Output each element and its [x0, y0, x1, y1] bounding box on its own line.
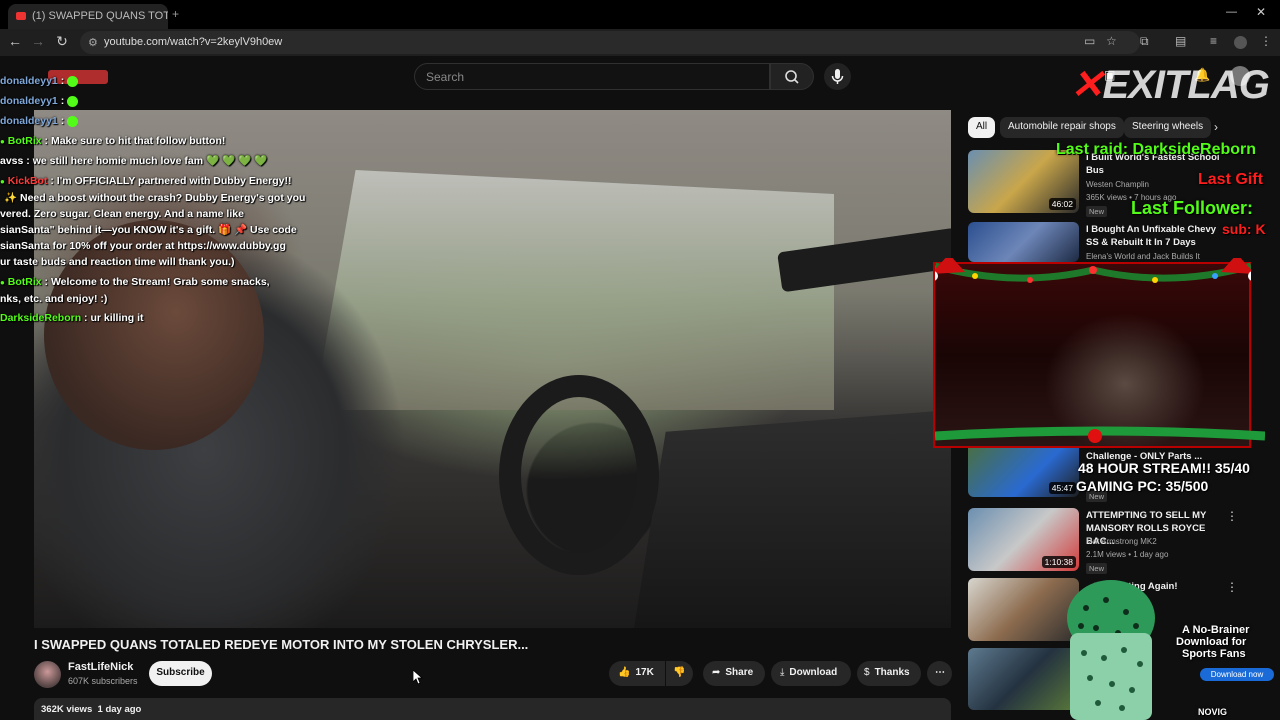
forward-icon[interactable]: →: [28, 33, 48, 49]
chat-line: sianSanta" behind it—you KNOW it's a gif…: [0, 224, 297, 236]
christmas-garland-bottom: [935, 426, 1265, 443]
more-actions-button[interactable]: ⋯: [927, 661, 952, 686]
dislike-button[interactable]: 👎: [666, 661, 693, 686]
chat-line: ● BotRix : Welcome to the Stream! Grab s…: [0, 276, 270, 288]
search-icon: [785, 70, 799, 84]
tab-title: (1) SWAPPED QUANS TOTALED...: [32, 10, 168, 22]
share-button[interactable]: ➦ Share: [703, 661, 765, 686]
new-tab-icon[interactable]: +: [172, 7, 179, 21]
mouse-cursor-icon: [413, 670, 423, 684]
ad-brand: NOVIG: [1198, 707, 1228, 717]
recommendation-menu-icon[interactable]: ⋮: [1226, 580, 1238, 594]
recommendation-thumbnail[interactable]: 1:10:38: [968, 508, 1079, 571]
recommendation-channel[interactable]: Westen Champlin: [1086, 180, 1149, 189]
video-frame-dashboard: [634, 410, 951, 628]
sidebar-icon[interactable]: ▤: [1175, 34, 1186, 48]
subscribe-button[interactable]: Subscribe: [149, 661, 212, 686]
thumbs-up-icon: 👍: [618, 667, 631, 678]
recommendation-menu-icon[interactable]: ⋮: [1226, 509, 1238, 523]
minimize-icon[interactable]: —: [1226, 6, 1237, 18]
last-follower-text: Last Follower:: [1131, 198, 1254, 218]
emote-icon: [67, 115, 79, 127]
chat-line: ● BotRix : Make sure to hit that follow …: [0, 135, 226, 147]
download-button[interactable]: ⤓ Download: [771, 661, 851, 686]
profile-avatar[interactable]: [1234, 36, 1247, 49]
search-input[interactable]: Search: [414, 63, 770, 90]
voice-search-button[interactable]: [824, 63, 851, 90]
browser-tab[interactable]: (1) SWAPPED QUANS TOTALED...: [8, 4, 168, 29]
chat-line: DarksideReborn : ur killing it: [0, 312, 144, 324]
recommendation-thumbnail[interactable]: 46:02: [968, 150, 1079, 213]
address-bar[interactable]: ⚙ youtube.com/watch?v=2keylV9h0ew: [80, 31, 1140, 54]
reload-icon[interactable]: ↻: [52, 33, 72, 50]
new-badge: New: [1086, 563, 1108, 574]
exitlag-logo: ✕EXITLAG: [1070, 63, 1270, 107]
browser-menu-icon[interactable]: ⋮: [1260, 34, 1272, 48]
new-badge: New: [1086, 206, 1108, 217]
url-text: youtube.com/watch?v=2keylV9h0ew: [104, 36, 283, 48]
view-count: 362K views: [41, 704, 93, 715]
cast-icon[interactable]: ▭: [1084, 34, 1095, 48]
share-icon: ➦: [712, 667, 721, 678]
bot-badge-icon: ●: [0, 278, 5, 287]
media-icon[interactable]: ≡: [1210, 34, 1217, 48]
chat-line: donaldeyy1 :: [0, 113, 79, 129]
mic-icon: [831, 69, 844, 84]
chat-line: donaldeyy1 :: [0, 73, 79, 89]
ad-download-button: Download now: [1200, 668, 1274, 681]
chip-all[interactable]: All: [968, 117, 996, 138]
chat-line: ● KickBot : I'm OFFICIALLY partnered wit…: [0, 175, 292, 187]
christmas-garland-top: [935, 258, 1251, 283]
chat-line: nks, etc. and enjoy! :): [0, 293, 108, 305]
description-box[interactable]: 362K views 1 day ago: [34, 698, 951, 720]
channel-name[interactable]: FastLifeNick: [68, 661, 133, 673]
subscriber-count: 607K subscribers: [68, 676, 138, 686]
back-icon[interactable]: ←: [5, 33, 25, 49]
thanks-icon: $: [864, 667, 870, 678]
browser-toolbar: ← → ↻ ⚙ youtube.com/watch?v=2keylV9h0ew …: [0, 29, 1280, 56]
thanks-button[interactable]: $ Thanks: [857, 661, 921, 686]
bookmark-star-icon[interactable]: ☆: [1106, 34, 1117, 48]
chat-line: ur taste buds and reaction time will tha…: [0, 256, 235, 268]
bot-badge-icon: ●: [0, 177, 5, 186]
more-icon: ⋯: [935, 667, 945, 678]
extensions-icon[interactable]: ⧉: [1140, 34, 1149, 49]
chip-steering-wheels[interactable]: Steering wheels: [1124, 117, 1212, 138]
stream-goal-hours: 48 HOUR STREAM!! 35/40: [1078, 460, 1250, 476]
last-gift-text: Last Gift: [1198, 171, 1263, 188]
last-raid-text: Last raid: DarksideReborn: [1056, 141, 1257, 158]
chat-line: ✨ Need a boost without the crash? Dubby …: [4, 192, 306, 204]
thumbs-down-icon: 👎: [673, 667, 686, 678]
decoration-plant-overlay: [1067, 580, 1155, 720]
search-button[interactable]: [770, 63, 814, 90]
video-frame-steering-wheel: [499, 375, 659, 575]
close-window-icon[interactable]: ✕: [1256, 5, 1266, 19]
chat-line: avss : we still here homie much love fam…: [0, 155, 268, 167]
sponsor-ad-overlay: A No-Brainer Download for Sports Fans Do…: [1176, 622, 1280, 720]
chat-line: sianSanta for 10% off your order at http…: [0, 240, 286, 252]
youtube-favicon-icon: [16, 12, 26, 20]
video-title: I SWAPPED QUANS TOTALED REDEYE MOTOR INT…: [34, 637, 529, 652]
chat-line: vered. Zero sugar. Clean energy. And a n…: [0, 208, 244, 220]
recommendation-title[interactable]: I Bought An Unfixable Chevy SS & Rebuilt…: [1086, 223, 1226, 249]
like-button[interactable]: 👍 17K: [609, 661, 665, 686]
site-info-icon[interactable]: ⚙: [88, 36, 98, 49]
stream-goal-pc: GAMING PC: 35/500: [1076, 478, 1209, 494]
chip-automobile-repair[interactable]: Automobile repair shops: [1000, 117, 1124, 138]
recommendation-meta: 2.1M views • 1 day ago: [1086, 550, 1169, 559]
browser-tab-strip: (1) SWAPPED QUANS TOTALED... + — ✕: [0, 0, 1280, 29]
last-sub-text: sub: K: [1222, 221, 1266, 237]
emote-icon: [67, 75, 79, 87]
channel-avatar[interactable]: [34, 661, 61, 688]
upload-age: 1 day ago: [97, 704, 142, 715]
recommendation-thumbnail[interactable]: [968, 222, 1079, 262]
bot-badge-icon: ●: [0, 137, 5, 146]
recommendation-channel[interactable]: Mat Armstrong MK2: [1086, 537, 1157, 546]
download-icon: ⤓: [780, 667, 785, 678]
chips-next-icon[interactable]: ›: [1214, 120, 1218, 134]
chat-line: donaldeyy1 :: [0, 93, 79, 109]
emote-icon: [67, 95, 79, 107]
